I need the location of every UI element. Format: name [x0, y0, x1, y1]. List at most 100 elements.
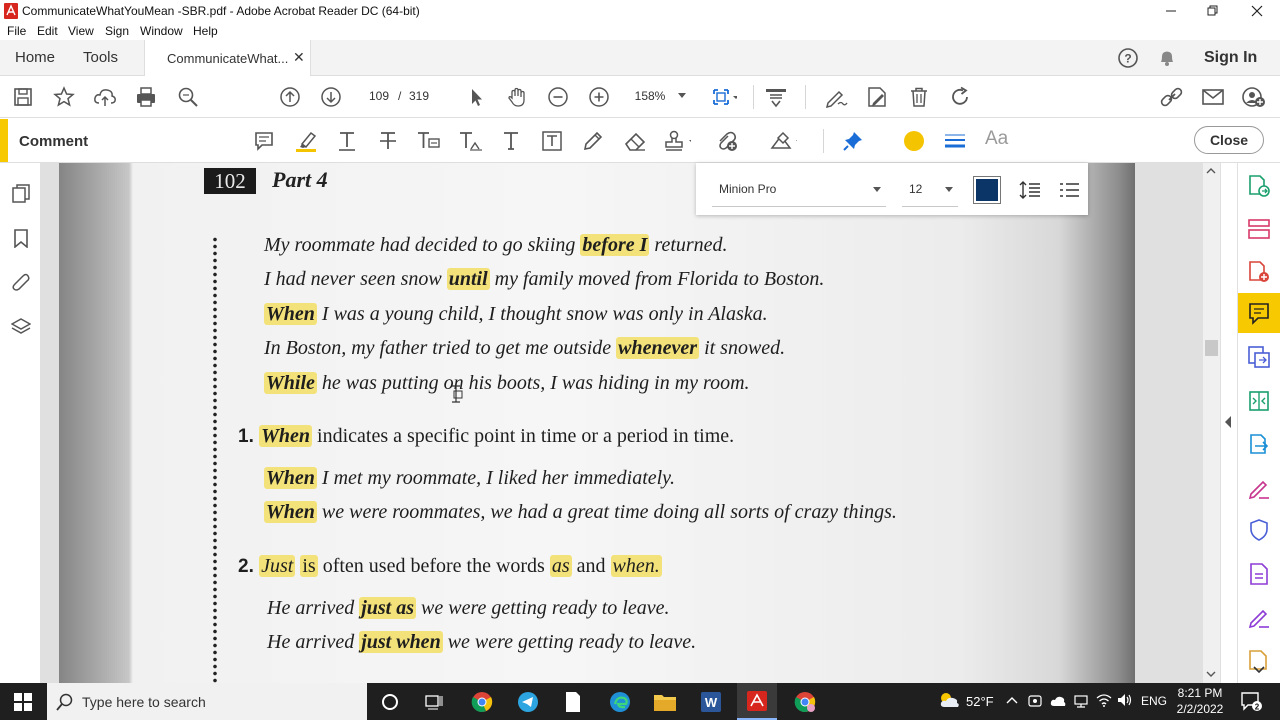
scrollbar-thumb[interactable] [1205, 340, 1218, 356]
blank-file-icon[interactable] [553, 683, 593, 720]
meet-now-icon[interactable] [1028, 694, 1042, 708]
clock-date[interactable]: 2/2/2022 [1173, 702, 1227, 716]
tab-tools[interactable]: Tools [83, 49, 118, 66]
line-weight-icon[interactable] [941, 128, 969, 154]
minimize-button[interactable] [1148, 0, 1194, 22]
font-family-select[interactable]: Minion Pro [719, 182, 776, 196]
eraser-icon[interactable] [621, 128, 649, 154]
menu-view[interactable]: View [68, 24, 94, 38]
wifi-icon[interactable] [1096, 693, 1112, 707]
zoom-level-select[interactable]: 158% [626, 86, 674, 106]
layers-icon[interactable] [11, 317, 31, 337]
close-window-button[interactable] [1234, 0, 1280, 22]
shapes-icon[interactable] [769, 128, 797, 154]
insert-text-icon[interactable] [457, 128, 485, 154]
next-page-icon[interactable] [318, 84, 344, 110]
menu-file[interactable]: File [7, 24, 26, 38]
font-family-chevron-icon[interactable] [873, 187, 881, 193]
tab-document[interactable]: CommunicateWhat... ✕ [144, 40, 311, 76]
sign-in-button[interactable]: Sign In [1204, 49, 1257, 67]
comment-tool-active[interactable] [1238, 293, 1280, 333]
weather-icon[interactable] [937, 690, 961, 710]
save-icon[interactable] [10, 84, 36, 110]
add-user-share-icon[interactable] [1241, 84, 1267, 110]
chrome-icon[interactable] [462, 683, 502, 720]
notifications-center-icon[interactable]: 2 [1240, 690, 1262, 712]
word-icon[interactable]: W [691, 683, 731, 720]
font-color-swatch[interactable] [973, 176, 1001, 204]
organize-pages-icon[interactable] [1247, 217, 1271, 241]
strikethrough-text-icon[interactable] [374, 128, 402, 154]
bookmarks-icon[interactable] [11, 228, 31, 248]
weather-temperature[interactable]: 52°F [966, 694, 994, 709]
fill-sign-tool-icon[interactable] [1247, 476, 1271, 500]
create-pdf-icon[interactable] [1247, 260, 1271, 284]
text-box-icon[interactable] [538, 128, 566, 154]
cortana-icon[interactable] [370, 683, 410, 720]
help-icon[interactable]: ? [1117, 47, 1139, 69]
zoom-dropdown-chevron-icon[interactable] [678, 93, 686, 99]
edit-signature-icon[interactable] [1247, 605, 1271, 629]
underline-text-icon[interactable] [333, 128, 361, 154]
email-icon[interactable] [1200, 84, 1226, 110]
highlight-color-swatch[interactable] [900, 128, 928, 154]
menu-edit[interactable]: Edit [37, 24, 58, 38]
protect-shield-icon[interactable] [1247, 518, 1271, 542]
paragraph-list-icon[interactable] [1058, 179, 1080, 201]
scroll-down-icon[interactable] [1206, 670, 1216, 678]
onedrive-cloud-icon[interactable] [1050, 695, 1066, 707]
scroll-up-icon[interactable] [1206, 167, 1216, 175]
menu-window[interactable]: Window [140, 24, 183, 38]
restore-button[interactable] [1190, 0, 1236, 22]
combine-files-icon[interactable] [1247, 345, 1271, 369]
file-explorer-icon[interactable] [645, 683, 685, 720]
sticky-note-icon[interactable] [250, 128, 278, 154]
tab-home[interactable]: Home [15, 49, 55, 66]
replace-text-icon[interactable] [415, 128, 443, 154]
highlighter-icon[interactable] [292, 128, 320, 154]
stamp-icon[interactable] [663, 128, 691, 154]
text-properties-icon[interactable]: Aa [985, 128, 1008, 150]
chrome-profile-icon[interactable] [785, 683, 825, 720]
page-fit-icon[interactable] [711, 84, 737, 110]
menu-sign[interactable]: Sign [105, 24, 129, 38]
scroll-mode-icon[interactable] [763, 84, 789, 110]
page-thumbnails-icon[interactable] [11, 183, 31, 203]
page-number-input[interactable]: 109 [362, 86, 396, 106]
delete-trash-icon[interactable] [906, 84, 932, 110]
show-hidden-icons-chevron-icon[interactable] [1006, 695, 1018, 705]
previous-page-icon[interactable] [277, 84, 303, 110]
fill-sign-icon[interactable] [823, 84, 849, 110]
rotate-icon[interactable] [947, 84, 973, 110]
font-size-select[interactable]: 12 [909, 182, 922, 196]
attach-file-icon[interactable] [715, 128, 743, 154]
notification-bell-icon[interactable] [1157, 48, 1177, 68]
windows-start-icon[interactable] [3, 683, 43, 720]
add-text-icon[interactable] [497, 128, 525, 154]
line-spacing-icon[interactable] [1019, 179, 1041, 201]
print-icon[interactable] [133, 84, 159, 110]
zoom-in-icon[interactable] [586, 84, 612, 110]
tab-close-icon[interactable]: ✕ [293, 49, 305, 66]
network-icon[interactable] [1074, 694, 1088, 708]
vertical-scrollbar[interactable] [1203, 163, 1220, 683]
prepare-form-icon[interactable] [1247, 562, 1271, 586]
font-size-chevron-icon[interactable] [945, 187, 953, 193]
volume-icon[interactable] [1117, 693, 1133, 707]
send-for-review-icon[interactable] [1247, 432, 1271, 456]
compress-pdf-icon[interactable] [1247, 389, 1271, 413]
hand-tool-icon[interactable] [504, 84, 530, 110]
acrobat-taskbar-icon[interactable] [737, 683, 777, 720]
select-cursor-icon[interactable] [463, 84, 489, 110]
input-language[interactable]: ENG [1141, 694, 1167, 708]
clock-time[interactable]: 8:21 PM [1175, 686, 1225, 700]
share-link-icon[interactable] [1159, 84, 1185, 110]
task-view-icon[interactable] [414, 683, 454, 720]
expand-tools-chevron-icon[interactable] [1253, 666, 1265, 674]
attachments-icon[interactable] [11, 272, 31, 292]
zoom-out-icon[interactable] [545, 84, 571, 110]
pin-icon[interactable] [839, 128, 867, 154]
export-pdf-icon[interactable] [1247, 174, 1271, 198]
edge-icon[interactable] [600, 683, 640, 720]
close-comment-button[interactable]: Close [1194, 126, 1264, 154]
